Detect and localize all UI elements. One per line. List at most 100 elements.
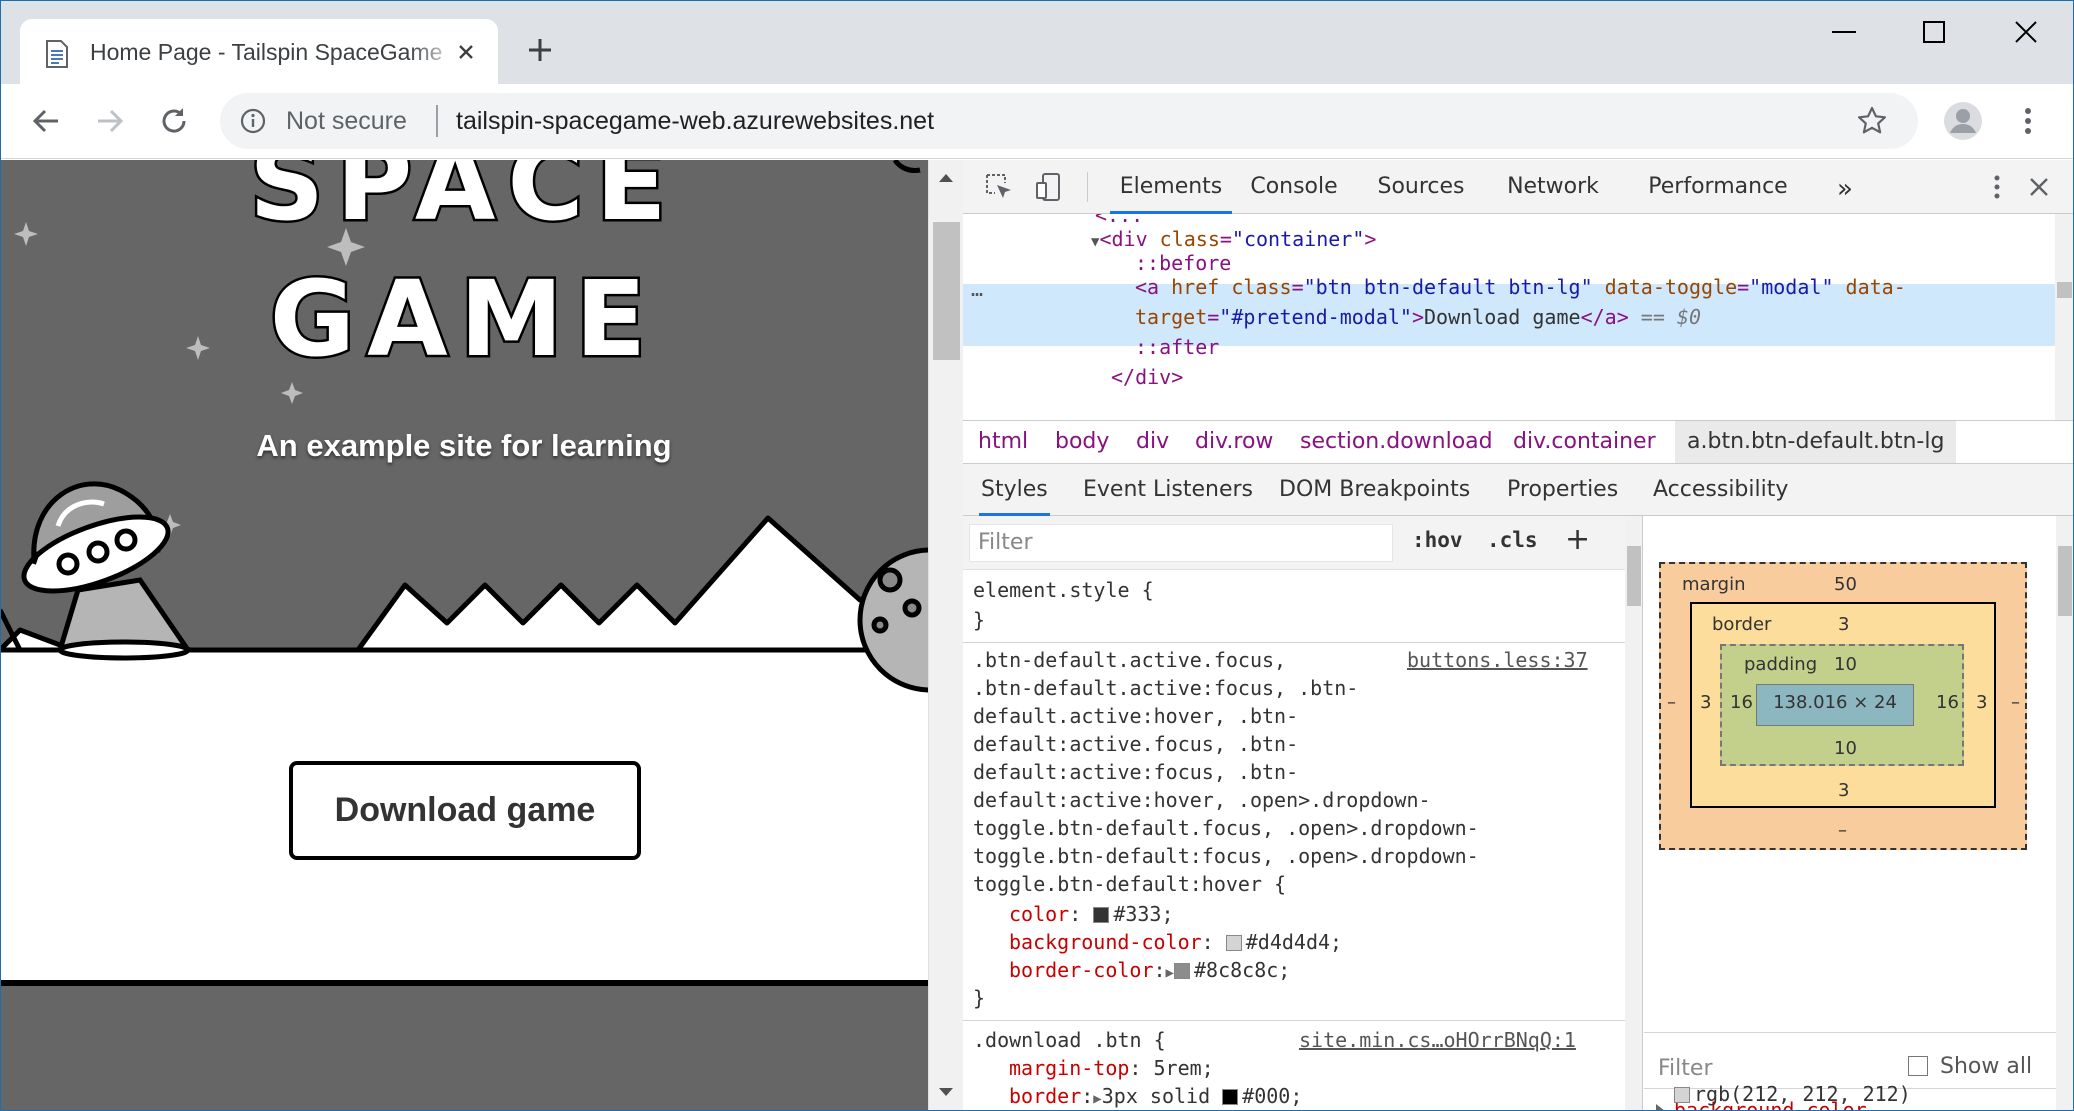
new-style-rule-icon[interactable]: + bbox=[1565, 522, 1590, 557]
dom-line-container-close[interactable]: </div> bbox=[1111, 362, 1183, 392]
border-right-value[interactable]: 3 bbox=[1976, 692, 1987, 713]
computed-filter-input[interactable]: Filter bbox=[1658, 1056, 1712, 1081]
browser-menu-icon[interactable] bbox=[2016, 103, 2040, 139]
subtab-dom-breakpoints[interactable]: DOM Breakpoints bbox=[1279, 464, 1470, 516]
expand-triangle-icon[interactable]: ▶ bbox=[1093, 1091, 1101, 1107]
rule1-selector-3: default:active.focus, .btn- bbox=[973, 732, 1299, 756]
page-scrollbar[interactable] bbox=[928, 160, 963, 1111]
dom-scrollbar[interactable] bbox=[2055, 214, 2074, 420]
devtools-tabbar: Elements Console Sources Network Perform… bbox=[963, 160, 2074, 214]
crumb-html[interactable]: html bbox=[978, 421, 1028, 463]
crumb-div[interactable]: div bbox=[1136, 421, 1169, 463]
cls-toggle[interactable]: .cls bbox=[1487, 528, 1538, 552]
inspect-element-icon[interactable] bbox=[983, 171, 1015, 203]
minimize-icon[interactable] bbox=[1824, 14, 1864, 50]
game-title-line1: SPACE bbox=[247, 160, 679, 247]
tab-sources[interactable]: Sources bbox=[1366, 160, 1476, 214]
subtab-styles[interactable]: Styles bbox=[979, 464, 1050, 516]
computed-list-overflow: rgb(212, 212, 212) bbox=[1644, 1080, 2056, 1111]
rule1-selector-1: .btn-default.active:focus, .btn- bbox=[973, 676, 1359, 700]
styles-toolbar: Filter :hov .cls + bbox=[963, 516, 1625, 570]
subtab-properties[interactable]: Properties bbox=[1507, 464, 1618, 516]
padding-bottom-value[interactable]: 10 bbox=[1834, 738, 1857, 759]
content-size-value[interactable]: 138.016 × 24 bbox=[1756, 692, 1914, 713]
styles-scrollbar[interactable] bbox=[1625, 516, 1642, 1111]
show-all-checkbox[interactable] bbox=[1908, 1056, 1928, 1076]
profile-avatar-icon[interactable] bbox=[1944, 102, 1982, 140]
rule2-prop-border[interactable]: border:▶3px solid #000; bbox=[1009, 1082, 1302, 1111]
devtools-separator bbox=[1087, 172, 1088, 202]
device-toolbar-icon[interactable] bbox=[1033, 171, 1065, 203]
scroll-up-arrow-icon[interactable] bbox=[939, 174, 953, 182]
rule1-prop-border-color[interactable]: border-color:▶ #8c8c8c; bbox=[1009, 956, 1290, 987]
margin-left-value[interactable]: – bbox=[1667, 692, 1676, 713]
url-text[interactable]: tailspin-spacegame-web.azurewebsites.net bbox=[456, 106, 934, 136]
new-tab-icon[interactable] bbox=[524, 34, 556, 66]
browser-tab[interactable]: Home Page - Tailspin SpaceGame bbox=[20, 19, 498, 84]
close-tab-icon[interactable] bbox=[452, 38, 480, 66]
styles-pane: Filter :hov .cls + element.style { } but… bbox=[963, 516, 1643, 1111]
show-all-label[interactable]: Show all bbox=[1940, 1054, 2032, 1079]
forward-arrow-icon[interactable] bbox=[92, 103, 128, 139]
crumb-section-download[interactable]: section.download bbox=[1300, 421, 1493, 463]
color-swatch[interactable] bbox=[1674, 1087, 1690, 1103]
margin-right-value[interactable]: – bbox=[2011, 692, 2020, 713]
bookmark-star-icon[interactable] bbox=[1856, 105, 1888, 137]
subtab-accessibility[interactable]: Accessibility bbox=[1653, 464, 1788, 516]
border-bottom-value[interactable]: 3 bbox=[1838, 780, 1849, 801]
rule1-close: } bbox=[973, 986, 986, 1010]
dom-scroll-thumb[interactable] bbox=[2057, 282, 2072, 298]
rule1-source-link[interactable]: buttons.less:37 bbox=[1407, 648, 1588, 672]
back-arrow-icon[interactable] bbox=[28, 103, 64, 139]
dom-line-after[interactable]: ::after bbox=[1135, 332, 1219, 362]
rule2-source-link[interactable]: site.min.cs…oHOrrBNqQ:1 bbox=[1299, 1028, 1576, 1052]
download-game-button[interactable]: Download game bbox=[289, 761, 641, 860]
info-icon[interactable] bbox=[240, 108, 266, 134]
hov-toggle[interactable]: :hov bbox=[1412, 528, 1463, 552]
rule2-prop-margin-top[interactable]: margin-top: 5rem; bbox=[1009, 1054, 1214, 1082]
computed-scrollbar[interactable] bbox=[2056, 516, 2074, 1111]
dom-line-anchor[interactable]: <a href class="btn btn-default btn-lg" d… bbox=[1135, 272, 1906, 302]
crumb-selected-anchor[interactable]: a.btn.btn-default.btn-lg bbox=[1675, 421, 1957, 463]
rule1-selector-6: toggle.btn-default.focus, .open>.dropdow… bbox=[973, 816, 1479, 840]
border-left-value[interactable]: 3 bbox=[1700, 692, 1711, 713]
tab-console[interactable]: Console bbox=[1244, 160, 1344, 214]
color-swatch[interactable] bbox=[1093, 907, 1110, 923]
rule1-prop-color[interactable]: color: #333; bbox=[1009, 900, 1174, 928]
scroll-down-arrow-icon[interactable] bbox=[939, 1088, 953, 1096]
reload-icon[interactable] bbox=[156, 103, 192, 139]
dom-line-container-open[interactable]: ▼<div class="container"> bbox=[1091, 224, 1376, 257]
rule1-prop-background-color[interactable]: background-color: #d4d4d4; bbox=[1009, 928, 1342, 956]
crumb-body[interactable]: body bbox=[1055, 421, 1109, 463]
page-scroll-thumb[interactable] bbox=[933, 222, 960, 360]
padding-top-value[interactable]: 10 bbox=[1834, 654, 1857, 675]
tab-elements[interactable]: Elements bbox=[1110, 160, 1232, 214]
border-top-value[interactable]: 3 bbox=[1838, 614, 1849, 635]
tab-performance[interactable]: Performance bbox=[1628, 160, 1808, 214]
close-window-icon[interactable] bbox=[2006, 14, 2046, 50]
maximize-icon[interactable] bbox=[1914, 14, 1954, 50]
margin-top-value[interactable]: 50 bbox=[1834, 574, 1857, 595]
styles-filter-input[interactable]: Filter bbox=[969, 524, 1393, 562]
devtools-menu-icon[interactable] bbox=[1981, 171, 2013, 203]
element-style-selector[interactable]: element.style { bbox=[973, 576, 1154, 604]
color-swatch[interactable] bbox=[1222, 1089, 1239, 1105]
color-swatch[interactable] bbox=[1173, 963, 1190, 979]
computed-scroll-thumb[interactable] bbox=[2058, 546, 2072, 616]
more-tabs-button[interactable]: » bbox=[1837, 174, 1853, 204]
margin-bottom-value[interactable]: – bbox=[1838, 820, 1847, 841]
crumb-div-container[interactable]: div.container bbox=[1513, 421, 1656, 463]
node-actions-ellipsis[interactable]: … bbox=[971, 274, 983, 304]
close-devtools-icon[interactable] bbox=[2023, 171, 2055, 203]
crumb-div-row[interactable]: div.row bbox=[1195, 421, 1273, 463]
styles-scroll-thumb[interactable] bbox=[1627, 546, 1641, 606]
address-bar[interactable]: Not secure tailspin-spacegame-web.azurew… bbox=[220, 93, 1918, 149]
expand-triangle-icon[interactable]: ▶ bbox=[1166, 965, 1174, 981]
subtab-event-listeners[interactable]: Event Listeners bbox=[1083, 464, 1253, 516]
dom-line-anchor-cont[interactable]: target="#pretend-modal">Download game</a… bbox=[1135, 302, 1701, 332]
padding-right-value[interactable]: 16 bbox=[1936, 692, 1959, 713]
padding-left-value[interactable]: 16 bbox=[1730, 692, 1753, 713]
tab-network[interactable]: Network bbox=[1498, 160, 1608, 214]
security-status[interactable]: Not secure bbox=[286, 106, 407, 136]
color-swatch[interactable] bbox=[1225, 935, 1242, 951]
